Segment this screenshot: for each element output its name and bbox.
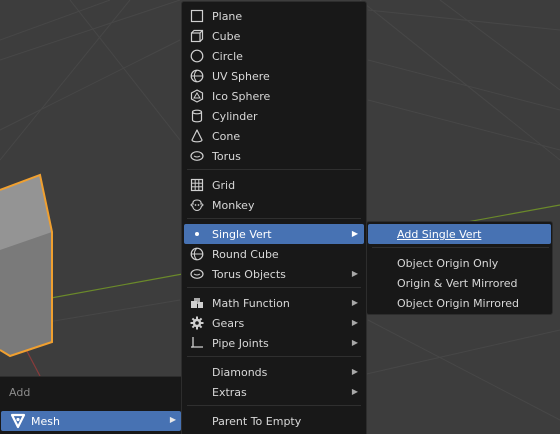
single-vert-submenu: Add Single Vert Object Origin Only Origi…	[366, 221, 553, 315]
menu-item-label: Add Single Vert	[397, 228, 482, 241]
menu-item-uv-sphere[interactable]: UV Sphere	[184, 66, 364, 86]
menu-item-add-single-vert[interactable]: Add Single Vert	[368, 224, 551, 244]
menu-item-grid[interactable]: Grid	[184, 175, 364, 195]
monkey-icon	[189, 197, 205, 213]
menu-item-torus-objects[interactable]: Torus Objects ▶	[184, 264, 364, 284]
menu-item-label: Object Origin Only	[397, 257, 499, 270]
uv-sphere-icon	[189, 68, 205, 84]
submenu-arrow-icon: ▶	[351, 338, 358, 347]
grid-icon	[189, 177, 205, 193]
menu-item-label: Extras	[212, 386, 247, 399]
menu-item-label: Torus	[212, 150, 241, 163]
menu-item-mesh[interactable]: Mesh ▶	[1, 411, 181, 431]
cone-icon	[189, 128, 205, 144]
menu-item-object-origin-only[interactable]: Object Origin Only	[368, 253, 551, 273]
menu-item-label: Torus Objects	[212, 268, 286, 281]
menu-item-label: Cone	[212, 130, 241, 143]
menu-item-label: UV Sphere	[212, 70, 270, 83]
menu-item-cylinder[interactable]: Cylinder	[184, 106, 364, 126]
menu-item-parent-to-empty[interactable]: Parent To Empty	[184, 411, 364, 431]
menu-item-label: Round Cube	[212, 248, 279, 261]
ico-sphere-icon	[189, 88, 205, 104]
menu-item-label: Diamonds	[212, 366, 268, 379]
vertex-icon	[189, 226, 205, 242]
submenu-arrow-icon: ▶	[351, 269, 358, 278]
menu-item-label: Ico Sphere	[212, 90, 271, 103]
plane-icon	[189, 8, 205, 24]
menu-item-cone[interactable]: Cone	[184, 126, 364, 146]
menu-item-cube[interactable]: Cube	[184, 26, 364, 46]
pipe-joint-icon	[189, 335, 205, 351]
gear-icon	[189, 315, 205, 331]
menu-item-diamonds[interactable]: Diamonds ▶	[184, 362, 364, 382]
menu-item-label: Parent To Empty	[212, 415, 302, 428]
menu-separator	[187, 169, 361, 170]
add-menu-title: Add	[9, 386, 31, 399]
mesh-submenu: Plane Cube Circle UV Sphere Ico Sphere C…	[181, 1, 367, 434]
menu-item-origin-vert-mirrored[interactable]: Origin & Vert Mirrored	[368, 273, 551, 293]
menu-item-label: Gears	[212, 317, 245, 330]
menu-item-label: Monkey	[212, 199, 255, 212]
menu-separator	[187, 405, 361, 406]
menu-item-circle[interactable]: Circle	[184, 46, 364, 66]
menu-item-label: Cube	[212, 30, 241, 43]
circle-icon	[189, 48, 205, 64]
torus-icon	[189, 148, 205, 164]
submenu-arrow-icon: ▶	[169, 415, 176, 424]
menu-item-label: Object Origin Mirrored	[397, 297, 519, 310]
menu-item-single-vert[interactable]: Single Vert ▶	[184, 224, 364, 244]
menu-item-monkey[interactable]: Monkey	[184, 195, 364, 215]
selected-cube[interactable]	[0, 173, 53, 358]
mesh-icon	[10, 413, 26, 429]
menu-item-plane[interactable]: Plane	[184, 6, 364, 26]
menu-separator	[187, 356, 361, 357]
menu-item-round-cube[interactable]: Round Cube	[184, 244, 364, 264]
menu-item-label: Math Function	[212, 297, 290, 310]
math-function-icon	[189, 295, 205, 311]
submenu-arrow-icon: ▶	[351, 387, 358, 396]
submenu-arrow-icon: ▶	[351, 367, 358, 376]
menu-item-label: Circle	[212, 50, 243, 63]
menu-item-label: Grid	[212, 179, 236, 192]
menu-item-label: Origin & Vert Mirrored	[397, 277, 518, 290]
menu-item-torus[interactable]: Torus	[184, 146, 364, 166]
submenu-arrow-icon: ▶	[351, 298, 358, 307]
menu-item-pipe-joints[interactable]: Pipe Joints ▶	[184, 333, 364, 353]
menu-item-label: Plane	[212, 10, 243, 23]
add-menu: Add Mesh ▶	[0, 376, 182, 434]
menu-item-ico-sphere[interactable]: Ico Sphere	[184, 86, 364, 106]
menu-item-label: Mesh	[31, 415, 60, 428]
menu-item-label: Cylinder	[212, 110, 258, 123]
menu-separator	[187, 218, 361, 219]
menu-item-label: Pipe Joints	[212, 337, 269, 350]
submenu-arrow-icon: ▶	[351, 318, 358, 327]
round-cube-icon	[189, 246, 205, 262]
menu-item-extras[interactable]: Extras ▶	[184, 382, 364, 402]
cube-icon	[189, 28, 205, 44]
menu-item-gears[interactable]: Gears ▶	[184, 313, 364, 333]
menu-item-math-function[interactable]: Math Function ▶	[184, 293, 364, 313]
cylinder-icon	[189, 108, 205, 124]
torus-icon	[189, 266, 205, 282]
menu-item-label: Single Vert	[212, 228, 272, 241]
submenu-arrow-icon: ▶	[351, 229, 358, 238]
menu-separator	[372, 247, 549, 248]
menu-separator	[187, 287, 361, 288]
menu-item-object-origin-mirrored[interactable]: Object Origin Mirrored	[368, 293, 551, 313]
